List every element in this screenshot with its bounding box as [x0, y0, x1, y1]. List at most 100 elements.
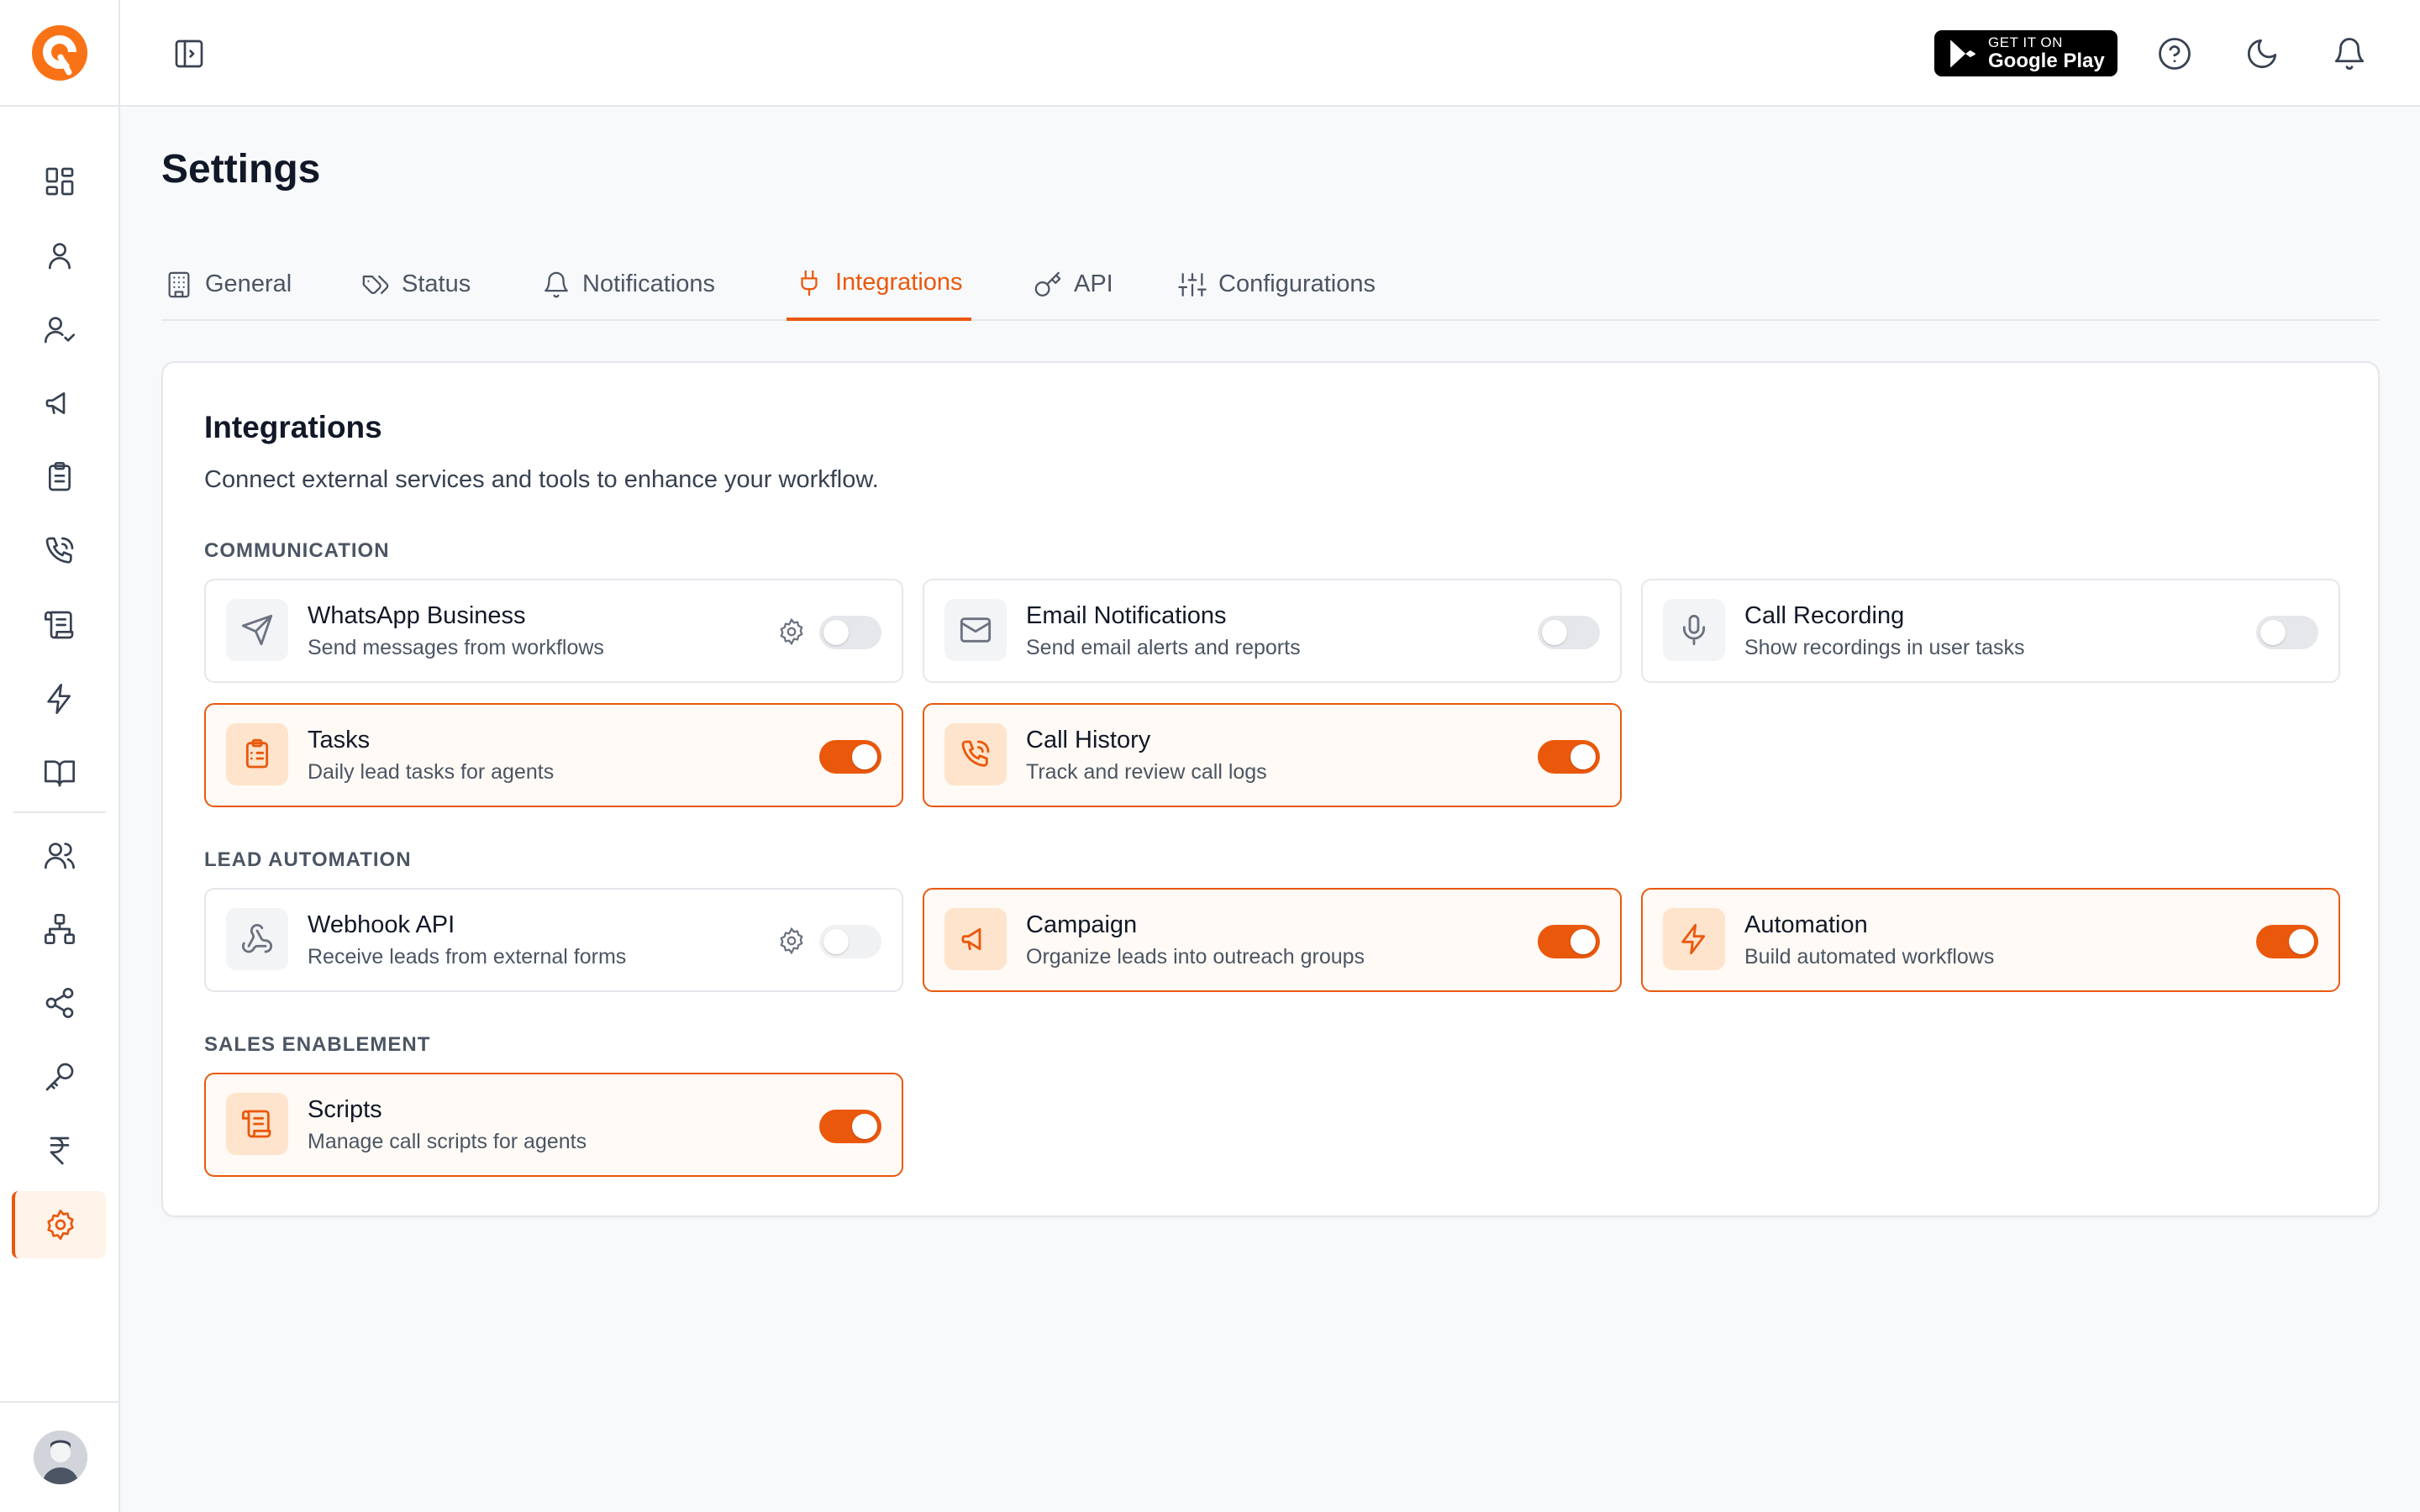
sidebar-item-automation[interactable]: [13, 665, 106, 732]
app-logo[interactable]: [30, 24, 89, 82]
zap-icon: [47, 684, 71, 714]
sidebar-toggle-button[interactable]: [172, 37, 206, 71]
google-play-button[interactable]: GET IT ON Google Play: [1934, 30, 2118, 76]
megaphone-icon: [45, 392, 66, 414]
tab-general[interactable]: General: [165, 248, 292, 321]
avatar[interactable]: [34, 1431, 87, 1484]
tab-api[interactable]: API: [1034, 248, 1113, 321]
integration-scripts: Scripts Manage call scripts for agents: [204, 1073, 903, 1177]
integration-icon-box: [944, 723, 1007, 785]
key-icon: [45, 1063, 74, 1091]
sidebar-item-settings[interactable]: [12, 1191, 106, 1258]
sidebar: [0, 0, 120, 1512]
whatsapp-settings-button[interactable]: [777, 617, 806, 646]
top-header: GET IT ON Google Play: [120, 0, 2420, 107]
integration-webhook: Webhook API Receive leads from external …: [204, 888, 903, 992]
integration-description: Show recordings in user tasks: [1744, 636, 2025, 659]
tab-label: General: [205, 270, 292, 297]
tab-status[interactable]: Status: [361, 248, 471, 321]
integration-whatsapp: WhatsApp Business Send messages from wor…: [204, 579, 903, 683]
sidebar-item-calls[interactable]: [13, 517, 106, 585]
google-play-small-text: GET IT ON: [1988, 34, 2063, 50]
integration-icon-box: [226, 1093, 288, 1155]
campaign-toggle[interactable]: [1538, 925, 1600, 958]
sidebar-item-tasks[interactable]: [13, 444, 106, 511]
moon-icon: [2247, 39, 2277, 69]
toggle-knob: [1542, 620, 1567, 645]
user-check-icon: [44, 317, 75, 344]
sidebar-item-campaigns[interactable]: [13, 370, 106, 437]
phone-call-icon: [961, 740, 990, 767]
tab-label: API: [1074, 270, 1113, 297]
scroll-icon: [45, 611, 74, 639]
scroll-icon: [241, 1110, 271, 1138]
integration-name: Call Recording: [1744, 602, 1905, 629]
google-play-big-text: Google Play: [1988, 50, 2105, 72]
webhook-icon: [241, 923, 273, 953]
integration-icon-box: [226, 599, 288, 661]
send-icon: [241, 614, 273, 646]
webhook-toggle[interactable]: [819, 925, 881, 958]
call-recording-toggle[interactable]: [2256, 616, 2318, 649]
tags-icon: [362, 275, 389, 294]
toggle-knob: [852, 744, 877, 769]
integration-name: Email Notifications: [1026, 602, 1227, 629]
sidebar-item-leads[interactable]: [13, 296, 106, 363]
sidebar-item-scripts[interactable]: [13, 591, 106, 659]
sidebar-item-knowledge[interactable]: [13, 739, 106, 806]
call-history-toggle[interactable]: [1538, 740, 1600, 774]
integration-description: Daily lead tasks for agents: [308, 760, 555, 784]
tab-label: Integrations: [835, 269, 963, 296]
integration-icon-box: [1663, 599, 1725, 661]
integration-email: Email Notifications Send email alerts an…: [923, 579, 1622, 683]
tab-configurations[interactable]: Configurations: [1178, 248, 1376, 321]
help-button[interactable]: [2157, 36, 2192, 71]
mail-icon: [960, 617, 992, 643]
toggle-knob: [1570, 744, 1596, 769]
integration-description: Organize leads into outreach groups: [1026, 945, 1365, 969]
sidebar-item-hierarchy[interactable]: [13, 895, 106, 963]
sidebar-item-user[interactable]: [13, 222, 106, 289]
integration-call-recording: Call Recording Show recordings in user t…: [1641, 579, 2340, 683]
clipboard-list-icon: [245, 738, 269, 769]
sidebar-item-share[interactable]: [13, 969, 106, 1037]
toggle-knob: [2260, 620, 2286, 645]
sidebar-divider: [0, 105, 118, 107]
integration-name: Call History: [1026, 727, 1151, 753]
gear-icon: [780, 617, 803, 646]
whatsapp-toggle[interactable]: [819, 616, 881, 649]
integration-name: Campaign: [1026, 911, 1138, 938]
sidebar-item-team[interactable]: [13, 822, 106, 889]
rupee-icon: [50, 1137, 70, 1165]
theme-toggle-button[interactable]: [2244, 36, 2280, 71]
megaphone-icon: [961, 927, 981, 951]
section-label-lead-automation: LEAD AUTOMATION: [204, 848, 412, 871]
scripts-toggle[interactable]: [819, 1110, 881, 1143]
integration-icon-box: [944, 908, 1007, 970]
key-icon: [1034, 271, 1061, 297]
email-toggle[interactable]: [1538, 616, 1600, 649]
sidebar-item-keys[interactable]: [13, 1043, 106, 1110]
sidebar-divider: [0, 1401, 118, 1403]
panel-toggle-icon: [175, 39, 203, 68]
tab-label: Notifications: [582, 270, 715, 297]
integration-call-history: Call History Track and review call logs: [923, 703, 1622, 807]
webhook-settings-button[interactable]: [777, 927, 806, 955]
user-icon: [49, 243, 71, 270]
integration-campaign: Campaign Organize leads into outreach gr…: [923, 888, 1622, 992]
tab-integrations[interactable]: Integrations: [786, 248, 971, 321]
integration-description: Send messages from workflows: [308, 636, 604, 659]
toggle-knob: [1570, 929, 1596, 954]
sidebar-item-billing[interactable]: [13, 1117, 106, 1184]
tasks-toggle[interactable]: [819, 740, 881, 774]
integration-icon-box: [1663, 908, 1725, 970]
users-icon: [45, 843, 75, 869]
bell-icon: [544, 271, 568, 297]
automation-toggle[interactable]: [2256, 925, 2318, 958]
sidebar-item-dashboard[interactable]: [13, 148, 106, 215]
help-circle-icon: [2159, 38, 2191, 70]
share-icon: [45, 988, 74, 1018]
notifications-button[interactable]: [2332, 36, 2367, 71]
network-icon: [45, 914, 75, 944]
tab-notifications[interactable]: Notifications: [542, 248, 715, 321]
